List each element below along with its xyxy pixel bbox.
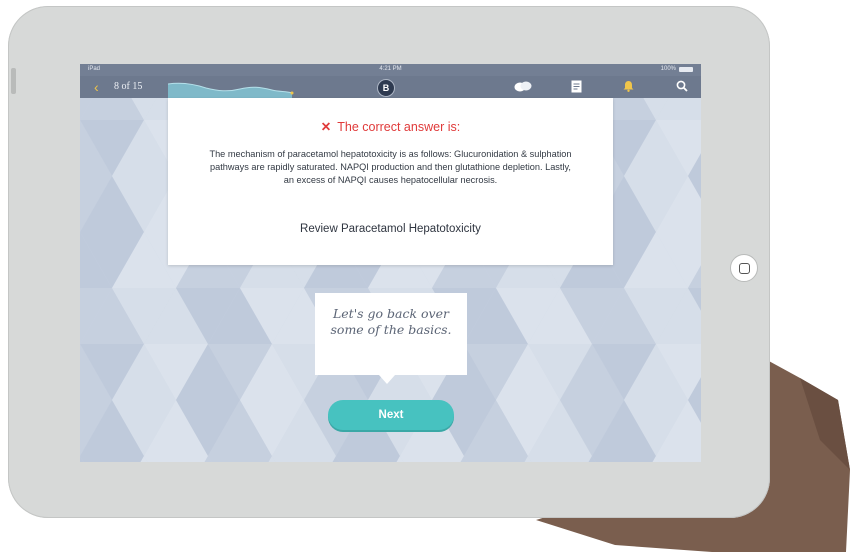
app-screen: iPad 4:21 PM 100% ‹ 8 of 15 B ✕ The corr… <box>80 64 701 462</box>
speech-bubble: Let's go back over some of the basics. <box>315 293 467 384</box>
bubble-message: Let's go back over some of the basics. <box>330 306 452 337</box>
status-time: 4:21 PM <box>379 66 402 72</box>
chevron-left-icon[interactable]: ‹ <box>94 79 99 95</box>
question-progress: 8 of 15 <box>114 81 143 92</box>
status-bar: iPad 4:21 PM 100% <box>80 64 701 76</box>
answer-heading: ✕ The correct answer is: <box>168 119 613 134</box>
bell-icon[interactable] <box>623 80 634 92</box>
answer-heading-text: The correct answer is: <box>337 120 461 134</box>
next-button[interactable]: Next <box>328 400 454 430</box>
answer-explanation: The mechanism of paracetamol hepatotoxic… <box>209 149 572 185</box>
chat-bubbles-icon[interactable] <box>514 81 532 93</box>
close-x-icon: ✕ <box>320 120 332 134</box>
answer-card: ✕ The correct answer is: The mechanism of… <box>168 98 613 265</box>
review-topic-link[interactable]: Review Paracetamol Hepatotoxicity <box>168 223 613 235</box>
battery-icon <box>679 66 693 72</box>
side-button <box>11 68 16 94</box>
home-button[interactable] <box>730 254 758 282</box>
progress-sparkline <box>168 82 294 98</box>
level-badge[interactable]: B <box>377 79 395 97</box>
nav-bar: ‹ 8 of 15 B <box>80 76 701 98</box>
notes-icon[interactable] <box>571 80 582 93</box>
search-icon[interactable] <box>676 80 688 92</box>
battery-indicator: 100% <box>661 66 693 72</box>
battery-percent: 100% <box>660 66 676 72</box>
